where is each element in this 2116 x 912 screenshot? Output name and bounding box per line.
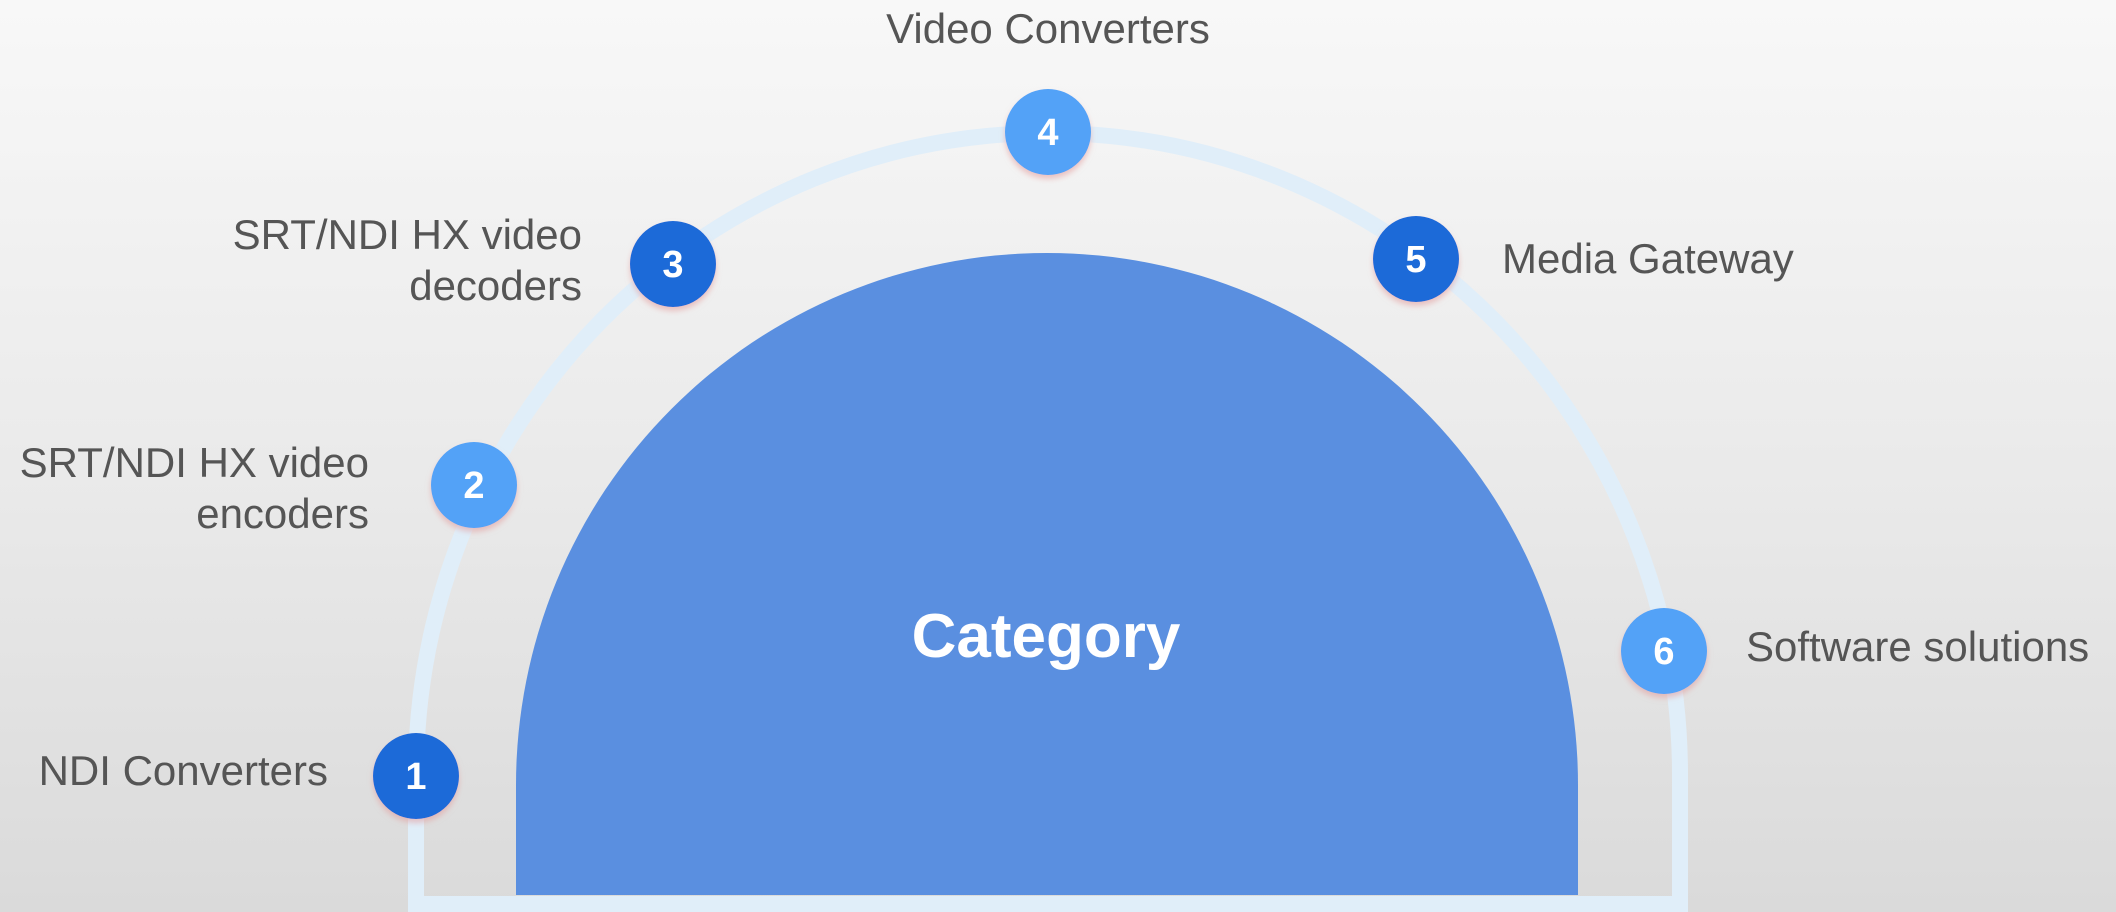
center-half-disc [516, 253, 1578, 895]
item-label-5: Media Gateway [1502, 235, 1794, 282]
badge-4: 4 [1005, 89, 1091, 175]
badge-5: 5 [1373, 216, 1459, 302]
item-label-2: SRT/NDI HX video encoders [19, 439, 369, 537]
badge-1: 1 [373, 733, 459, 819]
center-title: Category [911, 602, 1181, 671]
badge-number-3: 3 [662, 244, 683, 286]
badge-number-4: 4 [1037, 112, 1058, 154]
badge-number-1: 1 [405, 756, 426, 798]
badge-2: 2 [431, 442, 517, 528]
item-label-3: SRT/NDI HX video decoders [232, 211, 582, 309]
badge-number-5: 5 [1405, 239, 1426, 281]
item-label-1: NDI Converters [38, 747, 328, 794]
badge-number-2: 2 [463, 465, 484, 507]
item-label-6: Software solutions [1746, 623, 2090, 670]
badge-6: 6 [1621, 608, 1707, 694]
category-semicircle-diagram: 1 2 3 4 5 6 Category NDI Converters SRT/NDI H… [0, 0, 2116, 912]
badge-number-6: 6 [1653, 631, 1674, 673]
badge-3: 3 [630, 221, 716, 307]
item-label-4: Video Converters [886, 5, 1210, 52]
